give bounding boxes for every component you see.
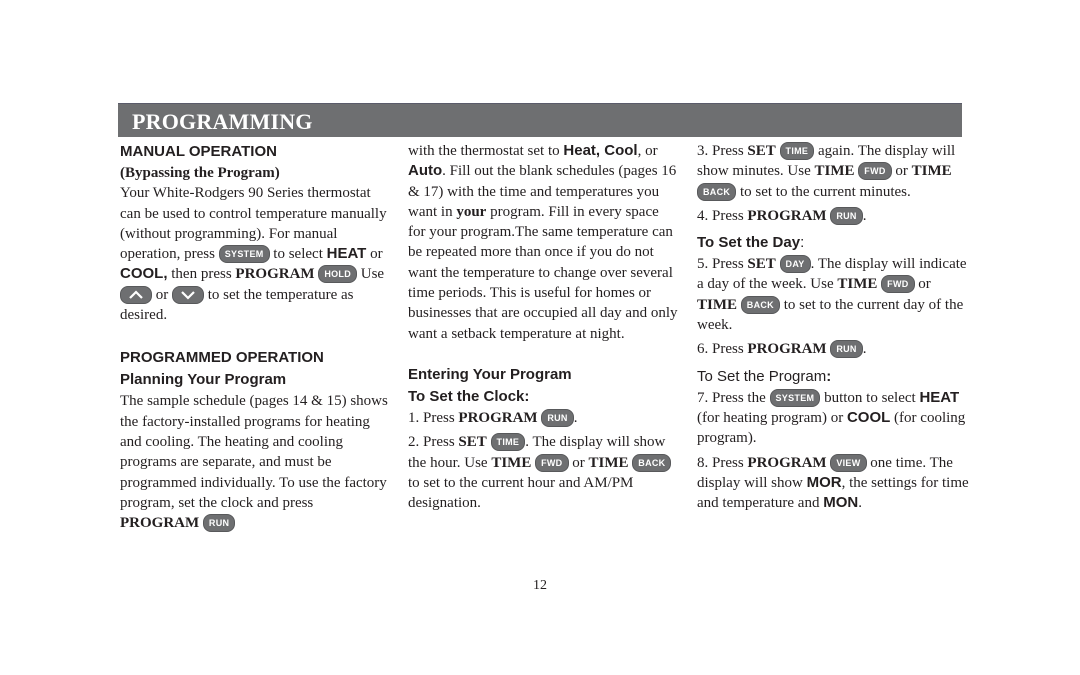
step-1: 1. Press PROGRAM RUN. (408, 408, 578, 427)
system-key-badge: SYSTEM (218, 245, 270, 264)
back-key-badge: BACK (740, 295, 780, 314)
set-clock-heading: To Set the Clock: (408, 387, 530, 405)
set-label: SET (747, 256, 776, 273)
run-key-badge: RUN (830, 340, 863, 359)
text: or (895, 163, 908, 180)
fwd-key-badge: FWD (535, 453, 569, 472)
text: to set to the current hour and AM/PM des… (408, 474, 634, 512)
fwd-key-badge: FWD (881, 275, 915, 294)
text: 6. Press (697, 341, 744, 358)
down-arrow-icon (172, 285, 204, 304)
program-label: PROGRAM (747, 207, 827, 224)
program-label: PROGRAM (235, 266, 315, 283)
step-4: 4. Press PROGRAM RUN. (697, 206, 867, 225)
column-2: with the thermostat set to Heat, Cool, o… (408, 141, 678, 513)
page-number: 12 (533, 578, 547, 593)
program-label: PROGRAM (120, 515, 200, 532)
text: with the thermostat set to (408, 143, 560, 159)
hold-key-badge: HOLD (318, 265, 358, 284)
run-key-badge: RUN (830, 206, 863, 225)
step-7: 7. Press the SYSTEM button to select HEA… (697, 388, 972, 449)
text: to set to the current minutes. (739, 183, 911, 200)
your-label: your (456, 203, 487, 220)
set-label: SET (458, 434, 487, 451)
time-label: TIME (697, 296, 738, 313)
text: to select (273, 246, 323, 263)
cool-label: COOL, (120, 265, 168, 283)
schedule-text: with the thermostat set to Heat, Cool, o… (408, 141, 678, 344)
set-day-heading: To Set the Day: (697, 232, 972, 254)
auto-label: Auto (408, 162, 443, 180)
system-key-badge: SYSTEM (769, 388, 821, 407)
set-program-heading: To Set the Program: (697, 366, 972, 388)
bypassing-subheading: (Bypassing the Program) (120, 165, 280, 181)
text: : (800, 234, 805, 252)
text: 4. Press (697, 207, 744, 224)
heat-cool-label: Heat, Cool (563, 142, 638, 159)
text: The sample schedule (pages 14 & 15) show… (120, 393, 388, 511)
text: program. Fill in every space for your pr… (408, 203, 678, 342)
time-key-badge: TIME (490, 433, 526, 452)
text: Use (360, 266, 385, 283)
step-8: 8. Press PROGRAM VIEW one time. The disp… (697, 453, 972, 514)
step-6: 6. Press PROGRAM RUN. (697, 340, 867, 359)
text: then press (171, 266, 232, 283)
time-label: TIME (837, 276, 878, 293)
mon-label: MON (823, 494, 859, 512)
programmed-operation-heading: PROGRAMMED OPERATION (120, 349, 324, 367)
time-label: TIME (814, 163, 855, 180)
cool-label: COOL (846, 408, 891, 426)
text: To Set the Day (697, 234, 801, 252)
text: or (572, 454, 585, 471)
fwd-key-badge: FWD (858, 162, 892, 181)
column-3: 3. Press SET TIME again. The display wil… (697, 141, 972, 513)
entering-program-heading: Entering Your Program (408, 365, 572, 383)
run-key-badge: RUN (202, 514, 236, 533)
text: 3. Press (697, 143, 744, 159)
text: or (370, 246, 383, 263)
mor-label: MOR (806, 473, 842, 491)
text: 5. Press (697, 256, 744, 273)
text: To Set the Program (697, 367, 827, 385)
step-5: 5. Press SET DAY. The display will indic… (697, 254, 972, 335)
up-arrow-icon (120, 285, 152, 304)
back-key-badge: BACK (697, 182, 737, 201)
day-key-badge: DAY (779, 255, 811, 274)
text: 1. Press (408, 409, 455, 426)
text: or (155, 286, 169, 303)
time-label: TIME (911, 163, 952, 180)
section-title: PROGRAMMING (132, 109, 313, 134)
step-2: 2. Press SET TIME. The display will show… (408, 432, 678, 513)
heat-label: HEAT (919, 388, 960, 406)
heat-label: HEAT (326, 245, 367, 263)
time-label: TIME (491, 454, 532, 471)
text: : (826, 367, 832, 385)
set-label: SET (747, 143, 776, 159)
manual-operation-text: Your White-Rodgers 90 Series thermostat … (120, 183, 390, 325)
planning-text: The sample schedule (pages 14 & 15) show… (120, 391, 390, 533)
time-key-badge: TIME (779, 142, 815, 160)
text: . (858, 495, 862, 512)
text: 7. Press the (697, 389, 766, 406)
view-key-badge: VIEW (830, 453, 867, 472)
text: button to select (824, 389, 916, 406)
planning-heading: Planning Your Program (120, 371, 287, 389)
column-1: MANUAL OPERATION (Bypassing the Program)… (120, 141, 390, 533)
section-header-bar: PROGRAMMING (118, 103, 962, 137)
step-3: 3. Press SET TIME again. The display wil… (697, 141, 972, 202)
run-key-badge: RUN (541, 408, 574, 427)
text: (for heating program) or (697, 409, 844, 426)
program-label: PROGRAM (747, 341, 827, 358)
text: , or (637, 143, 658, 159)
back-key-badge: BACK (632, 453, 672, 472)
program-label: PROGRAM (747, 454, 827, 471)
text: to set to the current day of the week. (697, 296, 964, 334)
text: or (918, 276, 931, 293)
manual-operation-heading: MANUAL OPERATION (120, 143, 277, 160)
time-label: TIME (588, 454, 629, 471)
program-label: PROGRAM (458, 409, 538, 426)
text: 2. Press (408, 434, 455, 451)
text: 8. Press (697, 454, 744, 471)
